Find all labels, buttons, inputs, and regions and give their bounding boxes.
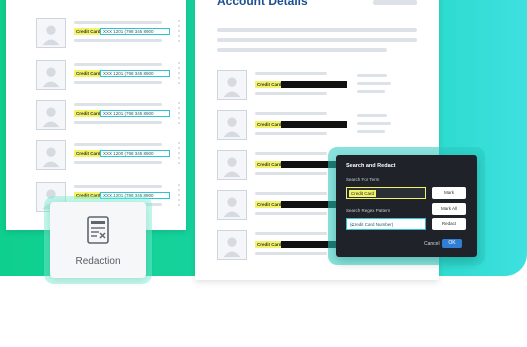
- card-number-highlight: XXX 1201 (798 345 8900: [100, 70, 170, 77]
- chevron-down-icon: ⌄: [350, 222, 356, 228]
- credit-card-highlight: Credit Card: [74, 28, 103, 35]
- text-line: [217, 28, 417, 32]
- redaction-bar: [281, 81, 347, 88]
- text-line: [74, 39, 162, 42]
- redaction-doc-icon: [87, 216, 109, 244]
- search-term-label: Search For Term: [346, 177, 380, 182]
- text-line: [373, 0, 417, 5]
- text-line: [255, 232, 327, 235]
- text-line: [255, 252, 327, 255]
- person-icon: [36, 140, 66, 170]
- credit-card-highlight: Credit Card: [255, 121, 284, 128]
- redaction-label: Redaction: [75, 256, 121, 267]
- text-line: [357, 90, 385, 93]
- credit-card-highlight: Credit Card: [255, 241, 284, 248]
- credit-card-highlight: Credit Card: [74, 70, 103, 77]
- list-item: Credit Card XXX 1201 (798 345 8900: [36, 100, 186, 130]
- text-line: [357, 82, 391, 85]
- redaction-bar: [281, 121, 347, 128]
- dialog-title: Search and Redact: [346, 163, 396, 169]
- list-item: Credit Card XXX 1201 (798 345 8900: [36, 60, 186, 90]
- person-icon: [217, 230, 247, 260]
- card-number-highlight: XXX 1201 (798 345 8900: [100, 192, 170, 199]
- person-icon: [217, 110, 247, 140]
- text-line: [255, 152, 327, 155]
- credit-card-highlight: Credit Card: [255, 161, 284, 168]
- search-redact-dialog: Search and Redact Search For Term Credit…: [336, 155, 477, 257]
- text-line: [357, 74, 387, 77]
- text-line: [255, 172, 327, 175]
- regex-select[interactable]: (Credit Card Number) ⌄: [346, 218, 426, 230]
- list-item: Credit Card: [217, 110, 427, 140]
- card-number-highlight: XXX 1200 (798 345 8900: [100, 150, 170, 157]
- text-line: [255, 92, 327, 95]
- person-icon: [217, 70, 247, 100]
- text-line: [217, 48, 387, 52]
- search-term-input[interactable]: Credit Card: [346, 187, 426, 199]
- credit-card-highlight: Credit Card: [255, 201, 284, 208]
- mark-button[interactable]: Mark: [432, 187, 466, 199]
- person-icon: [36, 18, 66, 48]
- text-line: [255, 72, 327, 75]
- source-document: Credit Card XXX 1201 (798 345 8900 Credi…: [6, 0, 186, 230]
- text-line: [217, 38, 417, 42]
- person-icon: [36, 100, 66, 130]
- list-item: Credit Card: [217, 70, 427, 100]
- text-line: [357, 130, 385, 133]
- ok-button[interactable]: OK: [442, 239, 462, 248]
- dots-decoration: [178, 184, 180, 209]
- credit-card-highlight: Credit Card: [74, 192, 103, 199]
- list-item: Credit Card XXX 1201 (798 345 8900: [36, 18, 186, 48]
- person-icon: [217, 150, 247, 180]
- mark-all-button[interactable]: Mark All: [432, 203, 466, 215]
- card-number-highlight: XXX 1201 (798 345 8900: [100, 28, 170, 35]
- text-line: [74, 161, 162, 164]
- card-number-highlight: XXX 1201 (798 345 8900: [100, 110, 170, 117]
- text-line: [74, 81, 162, 84]
- text-line: [74, 185, 162, 188]
- regex-label: Search Regex Pattern: [346, 208, 391, 213]
- text-line: [74, 21, 162, 24]
- list-item: Credit Card XXX 1200 (798 345 8900: [36, 140, 186, 170]
- redact-button[interactable]: Redact: [432, 218, 466, 230]
- text-line: [357, 114, 387, 117]
- cancel-button[interactable]: Cancel: [424, 241, 440, 247]
- text-line: [74, 63, 162, 66]
- text-line: [74, 121, 162, 124]
- text-line: [74, 143, 162, 146]
- text-line: [255, 132, 327, 135]
- redaction-card[interactable]: Redaction: [50, 202, 146, 278]
- page-title: Account Details: [217, 0, 308, 8]
- text-line: [74, 103, 162, 106]
- credit-card-highlight: Credit Card: [74, 150, 103, 157]
- text-line: [255, 112, 327, 115]
- dots-decoration: [178, 142, 180, 167]
- text-line: [255, 192, 327, 195]
- credit-card-highlight: Credit Card: [74, 110, 103, 117]
- dots-decoration: [178, 62, 180, 87]
- text-line: [255, 212, 327, 215]
- marketing-hero: Credit Card XXX 1201 (798 345 8900 Credi…: [0, 0, 527, 347]
- person-icon: [217, 190, 247, 220]
- dots-decoration: [178, 102, 180, 127]
- text-line: [357, 122, 391, 125]
- person-icon: [36, 60, 66, 90]
- dots-decoration: [178, 20, 180, 45]
- credit-card-highlight: Credit Card: [255, 81, 284, 88]
- search-term-value: Credit Card: [349, 190, 377, 197]
